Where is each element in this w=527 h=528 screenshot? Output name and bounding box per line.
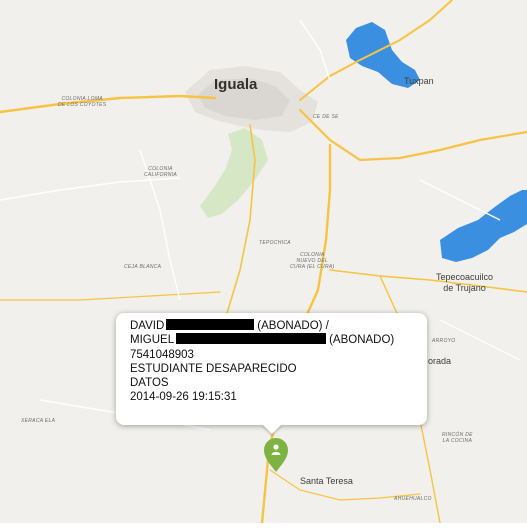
place-label-orada: orada — [428, 356, 452, 366]
popup-name-2: MIGUEL — [130, 334, 175, 347]
popup-name-1: DAVID — [130, 320, 165, 332]
place-label-colonia-loma: COLONIA LOMA DE LOS COYOTES — [58, 96, 107, 108]
popup-name-1-suffix: (ABONADO) / — [257, 320, 329, 332]
popup-name-2-suffix: (ABONADO) — [329, 334, 395, 347]
place-label-tepecoacuilco: Tepecoacuilco de Trujano — [436, 272, 494, 293]
place-label-santa-teresa: Santa Teresa — [300, 476, 353, 486]
popup-line-2: MIGUEL (ABONADO) — [130, 333, 417, 347]
place-label-colonia-california: COLONIA CALIFORNIA — [144, 166, 178, 178]
popup-status: ESTUDIANTE DESAPARECIDO — [130, 362, 297, 375]
place-label-ahuehualco: AHUEHUALCO — [394, 496, 432, 502]
popup-tail — [262, 424, 282, 434]
place-label-tuxpan: Tuxpan — [404, 76, 434, 86]
place-label-xeraca: XERACA ELA — [21, 418, 56, 424]
redaction-bar — [176, 333, 327, 345]
popup-phone: 7541048903 — [130, 348, 194, 361]
map-base-layer — [0, 0, 527, 525]
place-label-iguala: Iguala — [214, 76, 258, 93]
place-label-ce-de-se: CE DE SE — [313, 114, 339, 120]
place-label-ceja-blanca: CEJA BLANCA — [124, 264, 162, 270]
place-label-colonia-nuevo-cura: COLONIA NUEVO DEL CURA (EL CURA) — [290, 252, 335, 270]
popup-line-1: DAVID (ABONADO) / — [130, 319, 417, 333]
place-label-rincon: RINCÓN DE LA COCINA — [442, 432, 473, 444]
popup-timestamp: 2014-09-26 19:15:31 — [130, 391, 237, 404]
place-label-arroyo: ARROYO — [432, 338, 456, 344]
map-canvas[interactable] — [0, 0, 527, 525]
redaction-bar — [166, 319, 255, 330]
popup-label: DATOS — [130, 377, 169, 390]
info-popup[interactable]: DAVID (ABONADO) / MIGUEL (ABONADO) 7541048… — [116, 313, 427, 425]
place-label-tepochica: TEPOCHICA — [259, 240, 291, 246]
